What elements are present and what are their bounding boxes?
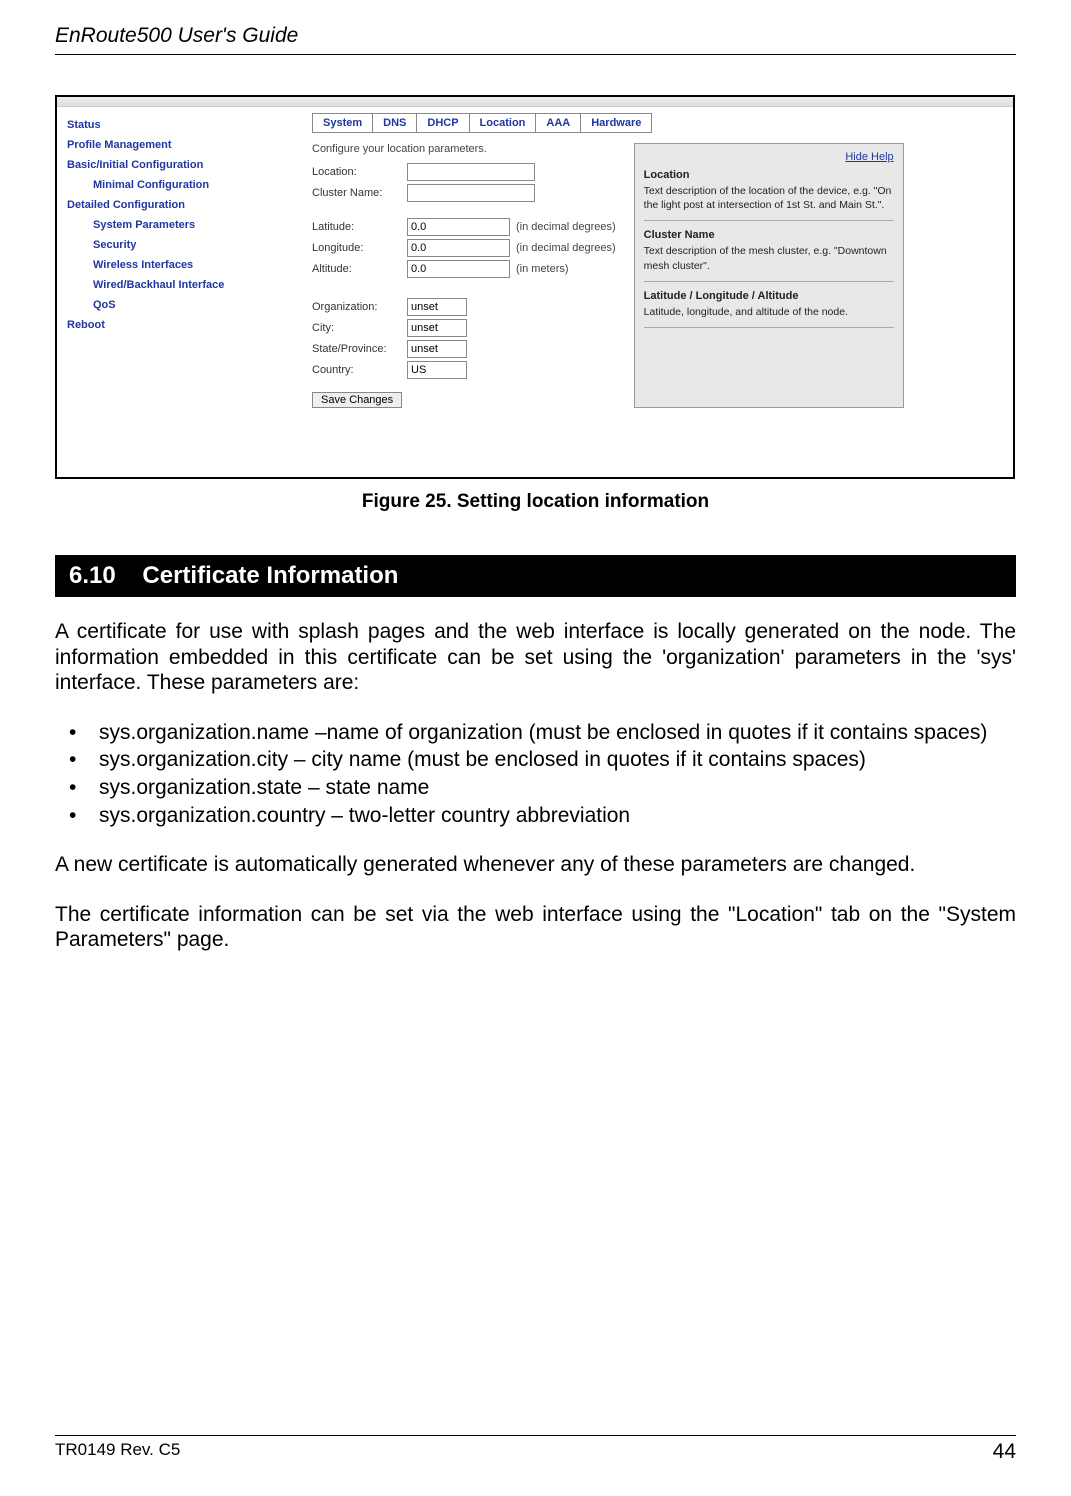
help-heading-cluster: Cluster Name: [644, 229, 894, 241]
tab[interactable]: DHCP: [416, 113, 469, 133]
help-text-latlong: Latitude, longitude, and altitude of the…: [644, 305, 894, 319]
tab[interactable]: Hardware: [580, 113, 652, 133]
help-heading-latlong: Latitude / Longitude / Altitude: [644, 290, 894, 302]
ui-root: StatusProfile ManagementBasic/Initial Co…: [57, 107, 1013, 477]
section-title: Certificate Information: [142, 562, 398, 589]
main-panel: SystemDNSDHCPLocationAAAHardware Configu…: [302, 107, 1013, 477]
section-number: 6.10: [69, 562, 116, 589]
section-heading: 6.10 Certificate Information: [55, 555, 1016, 597]
latitude-label: Latitude:: [312, 221, 407, 233]
latitude-row: Latitude: (in decimal degrees): [312, 218, 616, 236]
bullet-item: sys.organization.state – state name: [55, 775, 1016, 801]
help-panel: Hide Help Location Text description of t…: [634, 143, 904, 408]
save-button[interactable]: Save Changes: [312, 392, 402, 408]
sidebar-item[interactable]: Status: [67, 115, 292, 135]
footer-rule: [55, 1435, 1016, 1436]
cluster-row: Cluster Name:: [312, 184, 616, 202]
sidebar-item[interactable]: Reboot: [67, 315, 292, 335]
browser-chrome: [57, 97, 1013, 107]
sidebar-item[interactable]: Basic/Initial Configuration: [67, 155, 292, 175]
organization-label: Organization:: [312, 301, 407, 313]
longitude-input[interactable]: [407, 239, 510, 257]
body-text: A certificate for use with splash pages …: [55, 619, 1016, 953]
bullet-item: sys.organization.country – two-letter co…: [55, 803, 1016, 829]
cluster-input[interactable]: [407, 184, 535, 202]
tab[interactable]: Location: [469, 113, 537, 133]
help-divider: [644, 327, 894, 328]
help-heading-location: Location: [644, 169, 894, 181]
city-input[interactable]: [407, 319, 467, 337]
doc-header-title: EnRoute500 User's Guide: [55, 24, 1016, 48]
body-p1: A certificate for use with splash pages …: [55, 619, 1016, 696]
body-p2: A new certificate is automatically gener…: [55, 852, 1016, 878]
state-label: State/Province:: [312, 343, 407, 355]
tab[interactable]: AAA: [535, 113, 581, 133]
cluster-label: Cluster Name:: [312, 187, 407, 199]
bullet-item: sys.organization.city – city name (must …: [55, 747, 1016, 773]
altitude-row: Altitude: (in meters): [312, 260, 616, 278]
state-input[interactable]: [407, 340, 467, 358]
page-footer: TR0149 Rev. C5 44: [55, 1435, 1016, 1464]
sidebar-item[interactable]: Security: [67, 235, 292, 255]
altitude-label: Altitude:: [312, 263, 407, 275]
location-row: Location:: [312, 163, 616, 181]
longitude-label: Longitude:: [312, 242, 407, 254]
country-row: Country:: [312, 361, 616, 379]
country-input[interactable]: [407, 361, 467, 379]
tab-bar: SystemDNSDHCPLocationAAAHardware: [312, 113, 1003, 133]
organization-row: Organization:: [312, 298, 616, 316]
form-column: Configure your location parameters. Loca…: [312, 143, 616, 408]
footer-page-number: 44: [993, 1440, 1016, 1464]
footer-left: TR0149 Rev. C5: [55, 1440, 180, 1464]
city-row: City:: [312, 319, 616, 337]
form-description: Configure your location parameters.: [312, 143, 616, 155]
header-rule: [55, 54, 1016, 55]
sidebar-item[interactable]: Profile Management: [67, 135, 292, 155]
state-row: State/Province:: [312, 340, 616, 358]
help-divider: [644, 281, 894, 282]
sidebar-item[interactable]: Wired/Backhaul Interface: [67, 275, 292, 295]
help-text-cluster: Text description of the mesh cluster, e.…: [644, 244, 894, 272]
sidebar: StatusProfile ManagementBasic/Initial Co…: [57, 107, 302, 477]
bullet-item: sys.organization.name –name of organizat…: [55, 720, 1016, 746]
longitude-row: Longitude: (in decimal degrees): [312, 239, 616, 257]
tab[interactable]: System: [312, 113, 373, 133]
sidebar-item[interactable]: Minimal Configuration: [67, 175, 292, 195]
latitude-unit: (in decimal degrees): [516, 221, 616, 233]
help-text-location: Text description of the location of the …: [644, 184, 894, 212]
sidebar-item[interactable]: System Parameters: [67, 215, 292, 235]
sidebar-item[interactable]: QoS: [67, 295, 292, 315]
tab[interactable]: DNS: [372, 113, 417, 133]
location-label: Location:: [312, 166, 407, 178]
organization-input[interactable]: [407, 298, 467, 316]
help-divider: [644, 220, 894, 221]
city-label: City:: [312, 322, 407, 334]
body-p3: The certificate information can be set v…: [55, 902, 1016, 953]
latitude-input[interactable]: [407, 218, 510, 236]
screenshot-figure: StatusProfile ManagementBasic/Initial Co…: [55, 95, 1015, 479]
sidebar-item[interactable]: Wireless Interfaces: [67, 255, 292, 275]
form-area: Configure your location parameters. Loca…: [312, 143, 1003, 408]
figure-caption: Figure 25. Setting location information: [55, 491, 1016, 513]
altitude-input[interactable]: [407, 260, 510, 278]
country-label: Country:: [312, 364, 407, 376]
sidebar-item[interactable]: Detailed Configuration: [67, 195, 292, 215]
altitude-unit: (in meters): [516, 263, 569, 275]
body-bullets: sys.organization.name –name of organizat…: [55, 720, 1016, 828]
longitude-unit: (in decimal degrees): [516, 242, 616, 254]
location-input[interactable]: [407, 163, 535, 181]
hide-help-link[interactable]: Hide Help: [845, 151, 893, 163]
